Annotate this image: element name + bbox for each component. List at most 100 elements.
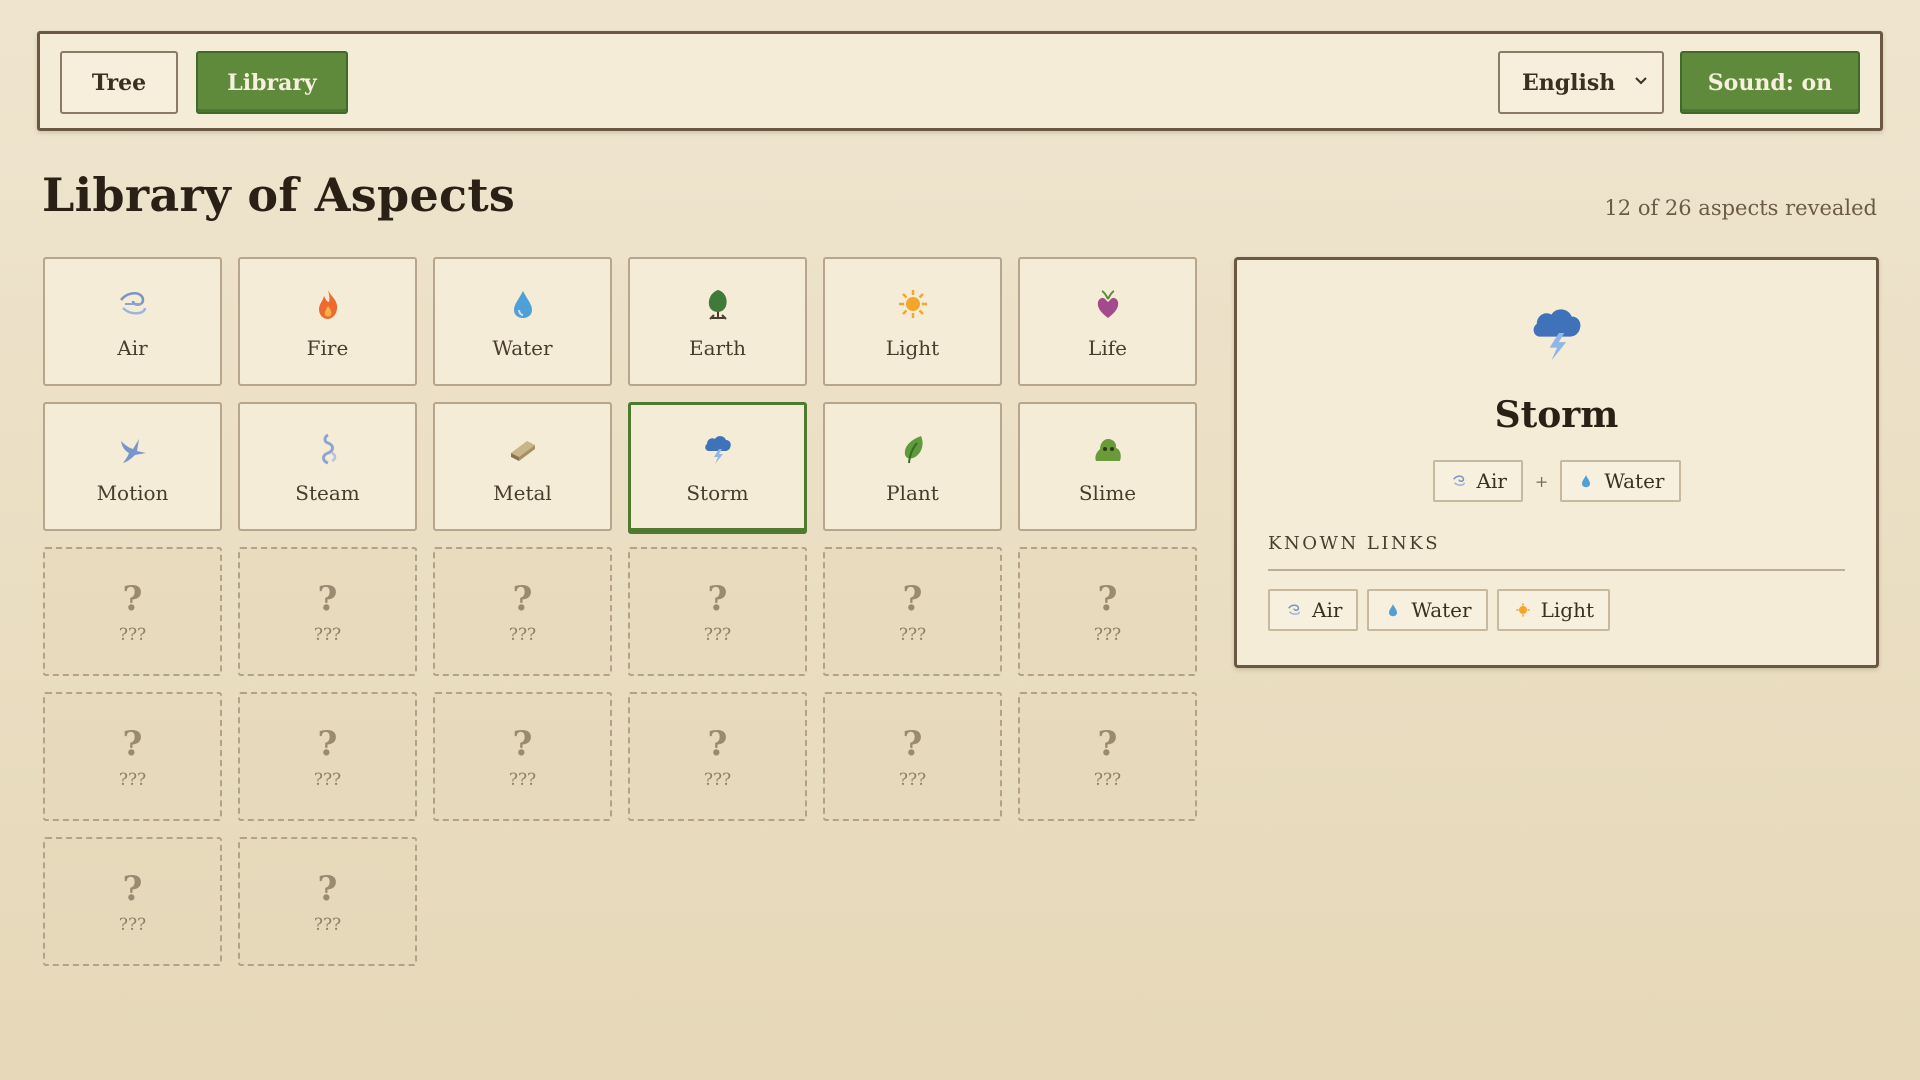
life-icon	[1088, 284, 1128, 324]
detail-aspect-name: Storm	[1494, 394, 1619, 436]
locked-aspect-card[interactable]: ????	[823, 692, 1002, 821]
question-mark-icon: ?	[707, 723, 728, 764]
aspect-label: Steam	[295, 480, 360, 505]
locked-aspect-card[interactable]: ????	[1018, 547, 1197, 676]
aspect-label: Earth	[688, 335, 746, 360]
air-icon	[113, 284, 153, 324]
tree-tab-button[interactable]: Tree	[60, 51, 178, 114]
slime-icon	[1088, 429, 1128, 469]
water-icon	[503, 284, 543, 324]
locked-aspect-card[interactable]: ????	[433, 547, 612, 676]
locked-aspect-card[interactable]: ????	[43, 837, 222, 966]
locked-aspect-card[interactable]: ????	[433, 692, 612, 821]
recipe-row: Air + Water	[1237, 460, 1876, 502]
chip-label: Water	[1411, 598, 1472, 622]
locked-label: ???	[313, 624, 342, 645]
locked-aspect-card[interactable]: ????	[628, 692, 807, 821]
question-mark-icon: ?	[122, 868, 143, 909]
question-mark-icon: ?	[707, 578, 728, 619]
locked-label: ???	[703, 769, 732, 790]
aspect-grid: Air Fire Water Earth Light Life Motion S…	[43, 257, 1200, 966]
locked-aspect-card[interactable]: ????	[823, 547, 1002, 676]
locked-label: ???	[508, 769, 537, 790]
steam-icon	[308, 429, 348, 469]
question-mark-icon: ?	[317, 578, 338, 619]
aspect-detail-panel: Storm Air + Water KNOWN LINKS Air Water …	[1234, 257, 1879, 668]
page-title: Library of Aspects	[42, 168, 516, 222]
aspect-card-life[interactable]: Life	[1018, 257, 1197, 386]
locked-label: ???	[118, 624, 147, 645]
fire-icon	[308, 284, 348, 324]
question-mark-icon: ?	[902, 723, 923, 764]
air-icon	[1451, 473, 1467, 489]
aspect-card-earth[interactable]: Earth	[628, 257, 807, 386]
known-link-air[interactable]: Air	[1268, 589, 1359, 631]
aspect-label: Light	[885, 335, 940, 360]
chip-label: Air	[1312, 598, 1343, 622]
aspect-label: Storm	[686, 480, 749, 505]
aspect-card-light[interactable]: Light	[823, 257, 1002, 386]
question-mark-icon: ?	[512, 578, 533, 619]
aspect-card-air[interactable]: Air	[43, 257, 222, 386]
locked-label: ???	[313, 914, 342, 935]
aspect-label: Slime	[1078, 480, 1137, 505]
locked-aspect-card[interactable]: ????	[1018, 692, 1197, 821]
question-mark-icon: ?	[902, 578, 923, 619]
chip-label: Air	[1476, 469, 1507, 493]
earth-icon	[698, 284, 738, 324]
aspect-label: Air	[117, 335, 148, 360]
language-select-value: English	[1522, 69, 1616, 96]
water-icon	[1578, 473, 1594, 489]
aspect-card-storm[interactable]: Storm	[628, 402, 807, 531]
language-select[interactable]: English	[1498, 51, 1664, 114]
sound-toggle-button[interactable]: Sound: on	[1680, 51, 1860, 114]
air-icon	[1286, 602, 1302, 618]
locked-label: ???	[703, 624, 732, 645]
aspect-card-motion[interactable]: Motion	[43, 402, 222, 531]
aspect-card-metal[interactable]: Metal	[433, 402, 612, 531]
locked-aspect-card[interactable]: ????	[238, 692, 417, 821]
revealed-count: 12 of 26 aspects revealed	[1604, 196, 1877, 220]
aspect-card-steam[interactable]: Steam	[238, 402, 417, 531]
locked-aspect-card[interactable]: ????	[238, 547, 417, 676]
question-mark-icon: ?	[1097, 723, 1118, 764]
top-bar: Tree Library English Sound: on	[37, 31, 1883, 131]
aspect-card-slime[interactable]: Slime	[1018, 402, 1197, 531]
locked-label: ???	[118, 769, 147, 790]
chip-label: Light	[1540, 598, 1594, 622]
locked-label: ???	[1093, 624, 1122, 645]
aspect-card-fire[interactable]: Fire	[238, 257, 417, 386]
aspect-label: Water	[492, 335, 553, 360]
plus-sign: +	[1534, 471, 1549, 491]
recipe-chip-water[interactable]: Water	[1560, 460, 1681, 502]
question-mark-icon: ?	[1097, 578, 1118, 619]
question-mark-icon: ?	[512, 723, 533, 764]
known-link-water[interactable]: Water	[1367, 589, 1488, 631]
storm-icon	[698, 429, 738, 469]
aspect-card-water[interactable]: Water	[433, 257, 612, 386]
motion-icon	[113, 429, 153, 469]
locked-label: ???	[898, 624, 927, 645]
divider	[1268, 569, 1845, 571]
known-link-light[interactable]: Light	[1496, 589, 1610, 631]
metal-icon	[503, 429, 543, 469]
locked-aspect-card[interactable]: ????	[43, 547, 222, 676]
aspect-label: Life	[1088, 335, 1127, 360]
locked-label: ???	[1093, 769, 1122, 790]
locked-aspect-card[interactable]: ????	[43, 692, 222, 821]
question-mark-icon: ?	[122, 723, 143, 764]
known-links-list: Air Water Light	[1268, 589, 1610, 631]
locked-aspect-card[interactable]: ????	[628, 547, 807, 676]
question-mark-icon: ?	[122, 578, 143, 619]
library-tab-button[interactable]: Library	[196, 51, 348, 114]
locked-aspect-card[interactable]: ????	[238, 837, 417, 966]
aspect-card-plant[interactable]: Plant	[823, 402, 1002, 531]
storm-icon	[1524, 300, 1590, 366]
locked-label: ???	[313, 769, 342, 790]
light-icon	[1515, 602, 1531, 618]
recipe-chip-air[interactable]: Air	[1432, 460, 1523, 502]
locked-label: ???	[508, 624, 537, 645]
plant-icon	[893, 429, 933, 469]
chevron-down-icon	[1634, 71, 1648, 92]
locked-label: ???	[118, 914, 147, 935]
